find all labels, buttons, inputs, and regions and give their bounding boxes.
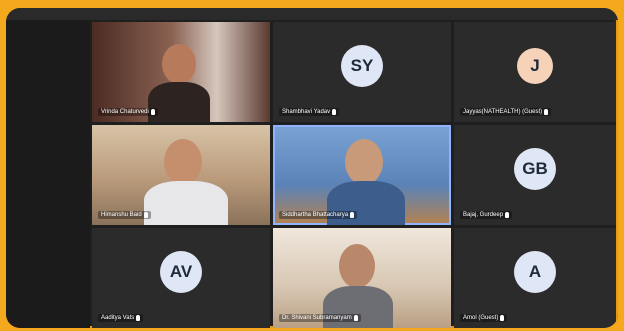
avatar: J: [517, 48, 553, 84]
participant-name-tag: Himanshu Baid: [98, 211, 151, 219]
participant-name-tag: Bajaj, Gurdeep: [460, 211, 513, 219]
mic-icon: [332, 109, 337, 115]
participant-name: Dr. Shivani Subramanyam: [282, 315, 352, 321]
mic-icon: [350, 212, 355, 218]
avatar: GB: [514, 148, 556, 190]
participant-name-tag: Jayyas(NATHEALTH) (Guest): [460, 108, 552, 116]
mic-icon: [353, 315, 358, 321]
participant-tile[interactable]: Dr. Shivani Subramanyam: [273, 228, 451, 328]
participant-grid: Vrinda Chaturvedi SY Shambhavi Yadav J J…: [92, 22, 616, 328]
participant-face: [339, 244, 375, 288]
mic-icon: [544, 109, 549, 115]
participant-face: [164, 139, 202, 185]
participant-body: [148, 82, 210, 122]
participant-name-tag: Siddhartha Bhattacharya: [279, 211, 358, 219]
participant-face: [162, 44, 196, 84]
participant-name: Bajaj, Gurdeep: [463, 212, 504, 218]
avatar: SY: [341, 45, 383, 87]
participant-tile[interactable]: J Jayyas(NATHEALTH) (Guest): [454, 22, 616, 122]
participant-name-tag: Vrinda Chaturvedi: [98, 108, 158, 116]
mic-icon: [143, 212, 148, 218]
participant-tile[interactable]: Himanshu Baid: [92, 125, 270, 225]
participant-tile[interactable]: Vrinda Chaturvedi: [92, 22, 270, 122]
participant-tile[interactable]: SY Shambhavi Yadav: [273, 22, 451, 122]
mic-icon: [500, 315, 505, 321]
participant-face: [345, 139, 383, 185]
participant-tile[interactable]: GB Bajaj, Gurdeep: [454, 125, 616, 225]
mic-icon: [505, 212, 510, 218]
participant-tile-active[interactable]: Siddhartha Bhattacharya: [273, 125, 451, 225]
participant-name: Shambhavi Yadav: [282, 109, 331, 115]
participant-name-tag: Dr. Shivani Subramanyam: [279, 314, 361, 322]
participant-name: Aaditya Vats: [101, 315, 135, 321]
avatar: A: [514, 251, 556, 293]
participant-name: Vrinda Chaturvedi: [101, 109, 149, 115]
mic-icon: [150, 109, 155, 115]
participant-tile[interactable]: A Amol (Guest): [454, 228, 616, 328]
participant-name: Siddhartha Bhattacharya: [282, 212, 349, 218]
participant-name-tag: Shambhavi Yadav: [279, 108, 340, 116]
meeting-window: Vrinda Chaturvedi SY Shambhavi Yadav J J…: [6, 8, 618, 328]
participant-name-tag: Aaditya Vats: [98, 314, 144, 322]
participant-name: Jayyas(NATHEALTH) (Guest): [463, 109, 543, 115]
participant-tile[interactable]: AV Aaditya Vats: [92, 228, 270, 328]
participant-name: Himanshu Baid: [101, 212, 142, 218]
window-top-bar: [6, 8, 618, 20]
participant-body: [144, 181, 228, 225]
left-panel: [6, 20, 90, 328]
mic-icon: [136, 315, 141, 321]
participant-name: Amol (Guest): [463, 315, 499, 321]
participant-name-tag: Amol (Guest): [460, 314, 508, 322]
avatar: AV: [160, 251, 202, 293]
